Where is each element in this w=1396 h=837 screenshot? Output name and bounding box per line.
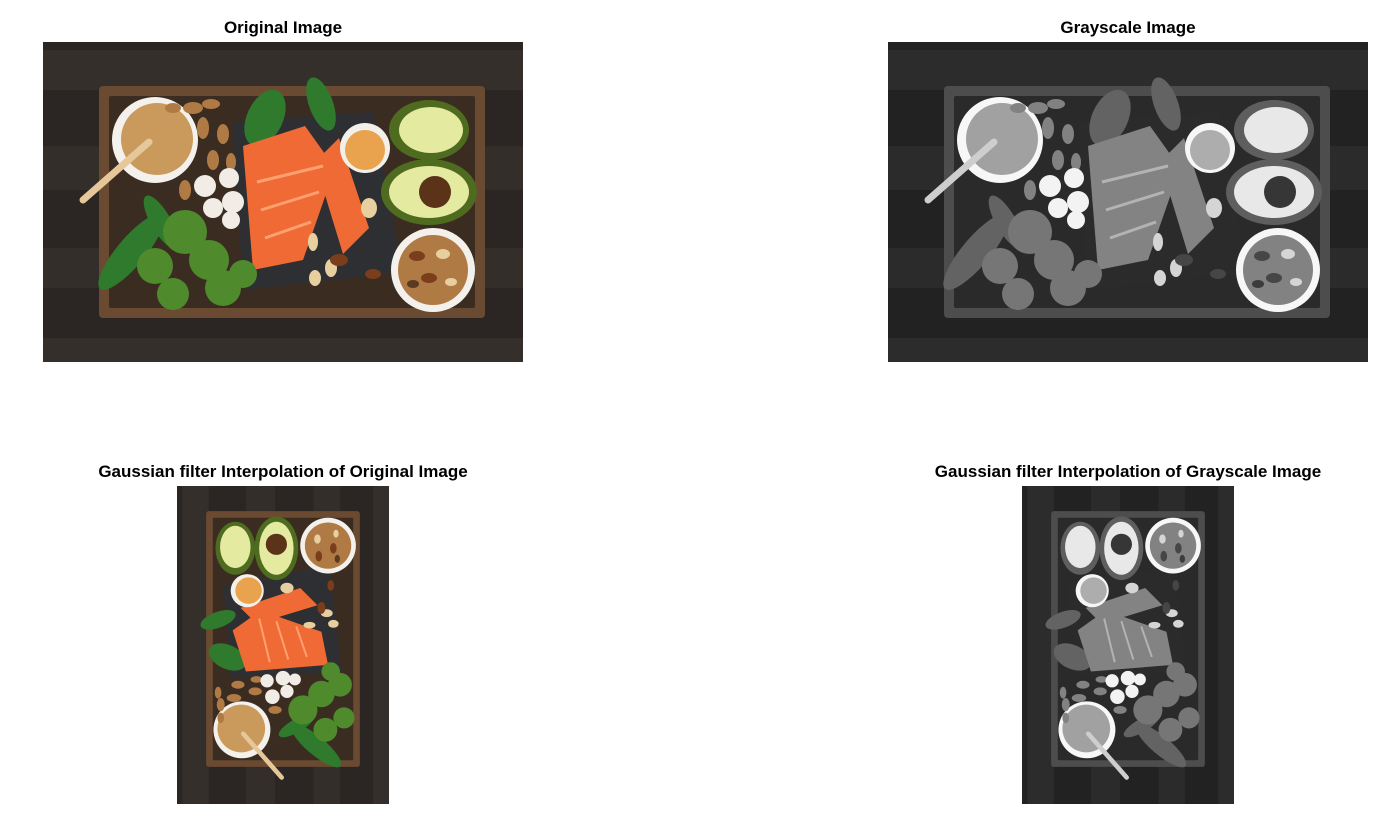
gaussian-grayscale-image	[1022, 486, 1234, 804]
food-tray-photo-rotated-grayscale	[1022, 486, 1234, 804]
original-image	[43, 42, 523, 362]
grayscale-image	[888, 42, 1368, 362]
food-tray-photo-rotated	[177, 486, 389, 804]
panel-title-gauss-gray: Gaussian filter Interpolation of Graysca…	[934, 462, 1322, 481]
panel-title-grayscale: Grayscale Image	[1060, 18, 1196, 37]
panel-title-original: Original Image	[223, 18, 343, 37]
food-tray-photo-grayscale	[888, 42, 1368, 362]
panel-title-gauss-original: Gaussian filter Interpolation of Origina…	[98, 462, 468, 481]
food-tray-photo	[43, 42, 523, 362]
gaussian-original-image	[177, 486, 389, 804]
